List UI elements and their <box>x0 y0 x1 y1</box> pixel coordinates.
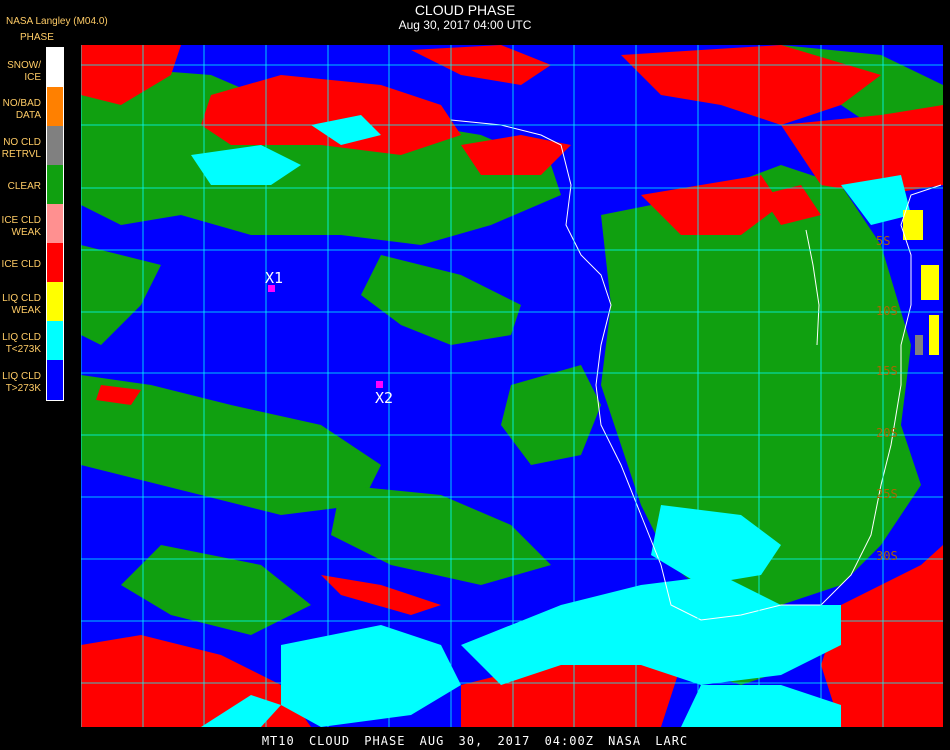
legend-swatch-snow-ice <box>47 48 63 87</box>
legend-label-liq-cld-weak: LIQ CLD WEAK <box>2 293 41 316</box>
color-legend <box>46 47 64 401</box>
legend-swatch-liq-cld-weak <box>47 282 63 321</box>
lat-label-30s: 30S <box>876 549 898 563</box>
legend-label-ice-cld: ICE CLD <box>1 259 41 270</box>
lat-label-25s: 25S <box>876 487 898 501</box>
legend-swatch-ice-cld <box>47 243 63 282</box>
lat-label-10s: 10S <box>876 304 898 318</box>
marker-x2-label: X2 <box>375 389 393 407</box>
cloud-phase-map: 5S 10S 15S 20S 25S 30S X1 X2 <box>81 45 943 727</box>
legend-swatch-ice-cld-weak <box>47 204 63 243</box>
legend-label-no-cld-retrvl: NO CLD RETRVL <box>1 137 41 160</box>
marker-x1-label: X1 <box>265 269 283 287</box>
legend-label-no-bad-data: NO/BAD DATA <box>2 98 41 121</box>
legend-swatch-no-bad-data <box>47 87 63 126</box>
legend-label-liq-cld-warm: LIQ CLD T>273K <box>2 371 41 394</box>
lat-label-15s: 15S <box>876 364 898 378</box>
legend-swatch-liq-cld-cold <box>47 321 63 360</box>
source-label: NASA Langley (M04.0) <box>6 16 108 27</box>
lat-label-20s: 20S <box>876 426 898 440</box>
marker-x2-dot <box>376 381 383 388</box>
legend-swatch-no-cld-retrvl <box>47 126 63 165</box>
phase-legend-title: PHASE <box>20 32 54 43</box>
lat-label-5s: 5S <box>876 234 890 248</box>
timestamp-subtitle: Aug 30, 2017 04:00 UTC <box>398 18 532 32</box>
legend-label-liq-cld-cold: LIQ CLD T<273K <box>2 332 41 355</box>
no-retrieval-regions <box>915 335 923 355</box>
legend-label-clear: CLEAR <box>7 181 41 192</box>
page-title: CLOUD PHASE <box>414 2 516 18</box>
footer-caption: MT10 CLOUD PHASE AUG 30, 2017 04:00Z NAS… <box>261 734 689 748</box>
legend-swatch-liq-cld-warm <box>47 360 63 400</box>
legend-label-snow-ice: SNOW/ ICE <box>7 60 41 83</box>
legend-label-ice-cld-weak: ICE CLD WEAK <box>1 215 41 238</box>
legend-swatch-clear <box>47 165 63 204</box>
